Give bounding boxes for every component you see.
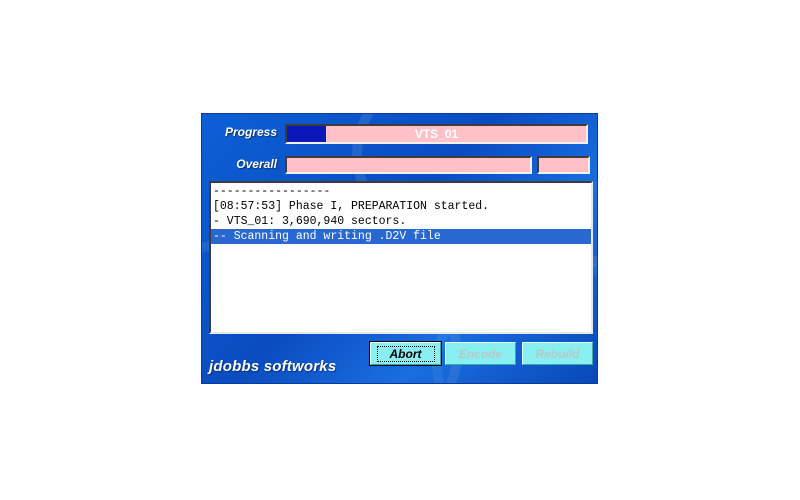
abort-button-label: Abort xyxy=(376,345,435,362)
progress-bar: VTS_01 xyxy=(285,124,588,144)
abort-button[interactable]: Abort xyxy=(369,341,442,366)
log-line[interactable]: - VTS_01: 3,690,940 sectors. xyxy=(211,214,591,229)
log-line[interactable]: ----------------- xyxy=(211,184,591,199)
log-line[interactable]: [08:57:53] Phase I, PREPARATION started. xyxy=(211,199,591,214)
dvd-rebuilder-window: Progress VTS_01 Overall ----------------… xyxy=(201,113,598,384)
overall-progress-bar xyxy=(285,156,532,174)
progress-label: Progress xyxy=(224,125,277,139)
log-listbox[interactable]: ----------------- [08:57:53] Phase I, PRE… xyxy=(209,181,593,334)
overall-status-box xyxy=(537,156,590,174)
overall-label: Overall xyxy=(236,157,277,171)
encode-button: Encode xyxy=(445,342,516,365)
brand-logo: jdobbs softworks xyxy=(209,358,337,375)
log-line-selected[interactable]: -- Scanning and writing .D2V file xyxy=(211,229,591,244)
progress-bar-text: VTS_01 xyxy=(414,127,459,141)
rebuild-button: Rebuild xyxy=(522,342,593,365)
